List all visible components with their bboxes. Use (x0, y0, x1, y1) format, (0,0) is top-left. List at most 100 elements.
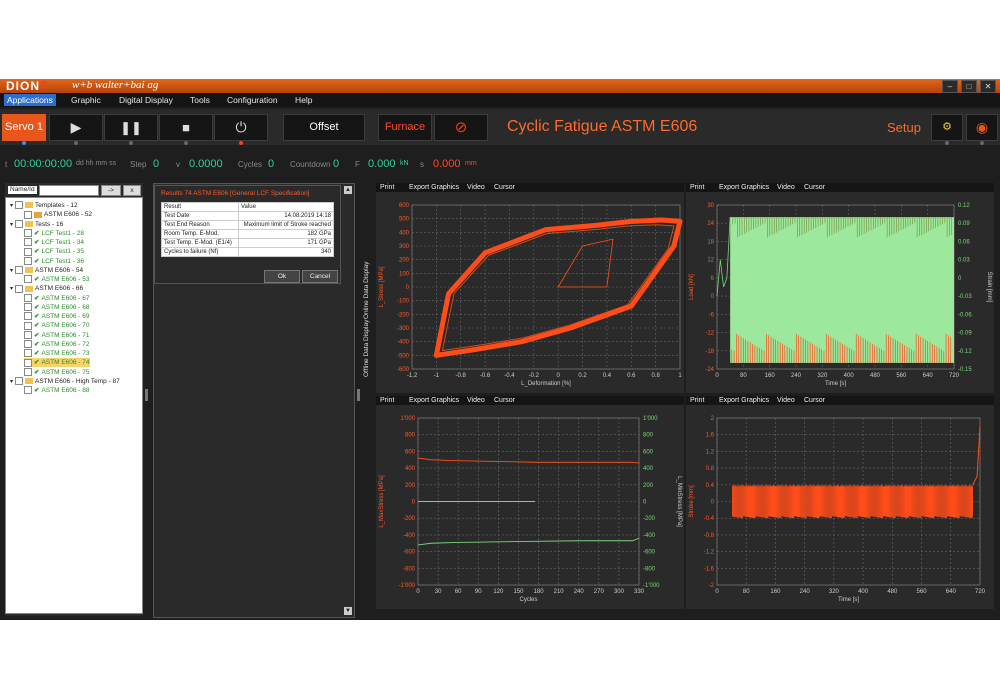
servo-button[interactable]: Servo 1 (2, 114, 46, 145)
panel-splitter[interactable] (145, 389, 148, 401)
tree-checkbox[interactable] (24, 321, 32, 330)
tree-checkbox[interactable] (15, 219, 24, 228)
tree-checkbox[interactable] (24, 367, 32, 376)
chart-cursor-button[interactable]: Cursor (494, 396, 515, 405)
chart-cursor-button[interactable]: Cursor (494, 183, 515, 192)
tree-item[interactable]: ✔ LCF Test1 - 28 (24, 229, 84, 238)
tree-folder[interactable]: ▾ ASTM E606 - 54 (10, 266, 83, 275)
chart-video-button[interactable]: Video (777, 396, 795, 405)
tree-item-label: LCF Test1 - 28 (41, 229, 84, 237)
expand-icon[interactable]: ▾ (10, 222, 13, 228)
search-input[interactable] (39, 185, 99, 196)
tree-item[interactable]: ✔ ASTM E606 - 70 (24, 321, 90, 330)
record-button[interactable]: ◉ (966, 114, 998, 145)
y2-tick-label: 800 (643, 433, 654, 439)
tree-checkbox[interactable] (24, 275, 32, 284)
chart-export-graphics-button[interactable]: Export Graphics (409, 183, 459, 192)
chart-print-button[interactable]: Print (380, 183, 394, 192)
tree-checkbox[interactable] (24, 349, 32, 358)
menu-graphic[interactable]: Graphic (68, 94, 104, 106)
menu-digital-display[interactable]: Digital Display (116, 94, 176, 106)
furnace-button[interactable]: Furnace (378, 114, 432, 141)
scroll-up-icon[interactable]: ▲ (344, 186, 352, 194)
y-axis-label: Stroke [mm] (689, 485, 695, 518)
tab-online-data-display[interactable]: Online Data Display (363, 262, 370, 319)
close-button[interactable]: ✕ (980, 80, 996, 93)
tree-checkbox[interactable] (24, 358, 32, 367)
y-tick-label: 300 (399, 244, 410, 250)
maximize-button[interactable]: □ (961, 80, 977, 93)
chart-video-button[interactable]: Video (467, 183, 485, 192)
search-clear-button[interactable]: x (123, 185, 141, 196)
tree-checkbox[interactable] (15, 266, 24, 275)
tab-offline-data-display[interactable]: Offline Data Display (363, 320, 370, 377)
tree-checkbox[interactable] (24, 229, 32, 238)
tree-folder[interactable]: ▾ Tests - 16 (10, 219, 63, 229)
chart-export-graphics-button[interactable]: Export Graphics (719, 396, 769, 405)
chart-video-button[interactable]: Video (467, 396, 485, 405)
tree-item[interactable]: ASTM E606 - 52 (24, 210, 92, 219)
tree-checkbox[interactable] (24, 386, 32, 395)
minimize-button[interactable]: – (942, 80, 958, 93)
tree-checkbox[interactable] (24, 312, 32, 321)
pause-button[interactable]: ❚❚ (104, 114, 158, 145)
tree-checkbox[interactable] (15, 377, 24, 386)
chart-video-button[interactable]: Video (777, 183, 795, 192)
tree-folder[interactable]: ▾ Templates - 12 (10, 201, 78, 210)
tree-item[interactable]: ✔ ASTM E606 - 68 (24, 303, 90, 312)
menu-applications[interactable]: Applications (4, 94, 56, 106)
tree-folder[interactable]: ▾ ASTM E606 - 66 (10, 284, 83, 293)
ok-button[interactable]: Ok (264, 270, 300, 283)
tree-item[interactable]: ✔ LCF Test1 - 36 (24, 256, 84, 266)
tree-checkbox[interactable] (24, 330, 32, 339)
tree-checkbox[interactable] (24, 303, 32, 312)
machine-setup-button[interactable]: ⚙ (931, 114, 963, 145)
chart-cursor-button[interactable]: Cursor (804, 183, 825, 192)
panel-splitter[interactable] (357, 389, 360, 401)
tree-checkbox[interactable] (15, 201, 24, 210)
menu-help[interactable]: Help (292, 94, 315, 106)
tree-checkbox[interactable] (24, 210, 32, 219)
offset-button[interactable]: Offset (283, 114, 365, 141)
chart-cursor-button[interactable]: Cursor (804, 396, 825, 405)
expand-icon[interactable]: ▾ (10, 203, 13, 209)
tree-checkbox[interactable] (24, 256, 32, 265)
tree-checkbox[interactable] (24, 238, 32, 247)
chart-export-graphics-button[interactable]: Export Graphics (719, 183, 769, 192)
tree-item[interactable]: ✔ ASTM E606 - 72 (24, 340, 90, 349)
expand-icon[interactable]: ▾ (10, 286, 13, 292)
menu-configuration[interactable]: Configuration (224, 94, 281, 106)
chart-print-button[interactable]: Print (380, 396, 394, 405)
cancel-button[interactable]: Cancel (302, 270, 338, 283)
failure-spike (972, 426, 981, 486)
play-button[interactable]: ▶ (49, 114, 103, 145)
setup-label[interactable]: Setup (887, 120, 921, 135)
furnace-disable-button[interactable]: ⊘ (434, 114, 488, 141)
tree-checkbox[interactable] (15, 284, 24, 293)
menu-tools[interactable]: Tools (187, 94, 213, 106)
search-go-button[interactable]: -> (101, 185, 121, 196)
tree-item[interactable]: ✔ ASTM E606 - 71 (24, 330, 90, 340)
tree-item[interactable]: ✔ ASTM E606 - 88 (24, 386, 90, 395)
scroll-down-icon[interactable]: ▼ (344, 607, 352, 615)
tree-item[interactable]: ✔ LCF Test1 - 34 (24, 238, 84, 247)
chart-print-button[interactable]: Print (690, 183, 704, 192)
stop-button[interactable]: ■ (159, 114, 213, 145)
expand-icon[interactable]: ▾ (10, 268, 13, 274)
tree-item[interactable]: ✔ LCF Test1 - 35 (24, 247, 84, 256)
tree-item[interactable]: ✔ ASTM E606 - 74 (24, 358, 90, 368)
expand-icon[interactable]: ▾ (10, 379, 13, 385)
tree-checkbox[interactable] (24, 293, 32, 302)
tree-checkbox[interactable] (24, 247, 32, 256)
tree-checkbox[interactable] (24, 340, 32, 349)
tree-item[interactable]: ✔ ASTM E606 - 53 (24, 275, 90, 284)
chart-print-button[interactable]: Print (690, 396, 704, 405)
tree-item[interactable]: ✔ ASTM E606 - 73 (24, 349, 90, 358)
tree-item[interactable]: ✔ ASTM E606 - 67 (24, 293, 90, 303)
y2-tick-label: -600 (643, 550, 656, 556)
chart-export-graphics-button[interactable]: Export Graphics (409, 396, 459, 405)
power-button[interactable]: ⏻ (214, 114, 268, 145)
tree-folder[interactable]: ▾ ASTM E606 - High Temp - 87 (10, 377, 120, 386)
tree-item[interactable]: ✔ ASTM E606 - 75 (24, 367, 90, 377)
tree-item[interactable]: ✔ ASTM E606 - 69 (24, 312, 90, 321)
